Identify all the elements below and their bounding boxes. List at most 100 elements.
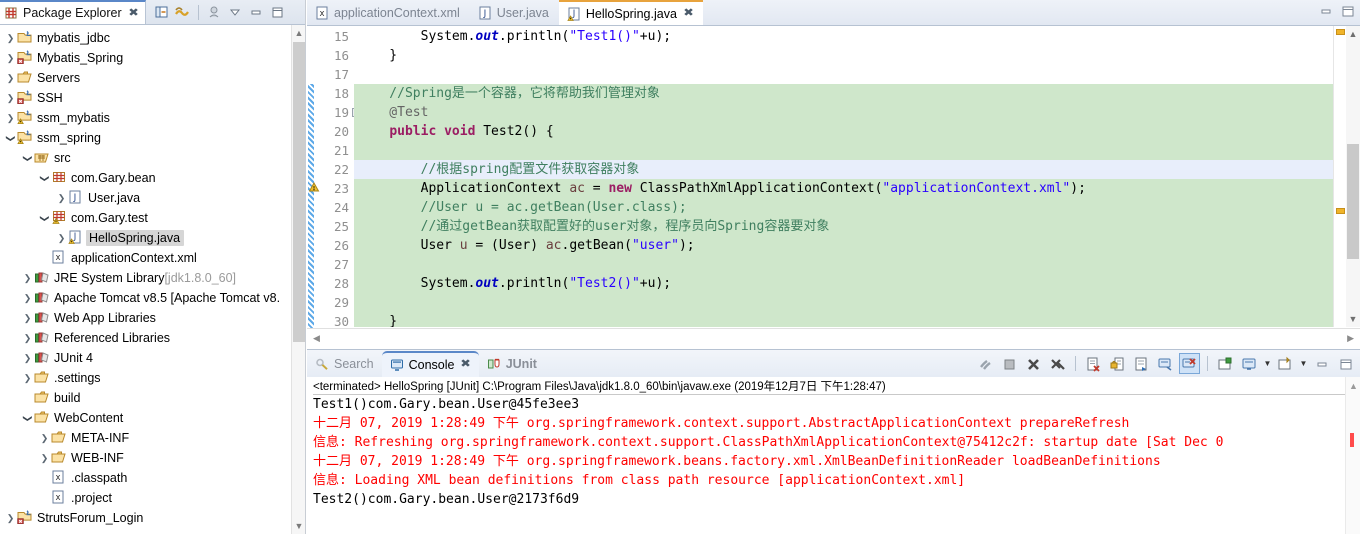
chevron-right-icon[interactable]: ❯ (21, 353, 34, 364)
scroll-lock-icon[interactable] (1107, 353, 1128, 374)
chevron-right-icon[interactable]: ❯ (4, 53, 17, 64)
link-with-editor-icon[interactable] (173, 3, 192, 22)
chevron-right-icon[interactable]: ❯ (4, 33, 17, 44)
maximize-icon[interactable] (268, 3, 287, 22)
focus-on-active-task-icon[interactable] (205, 3, 224, 22)
tree-item[interactable]: ❯ SSH (0, 88, 291, 108)
clear-console-icon[interactable] (1083, 353, 1104, 374)
editor-vertical-scrollbar[interactable]: ▲ ▼ (1333, 26, 1360, 327)
pin-console-icon[interactable] (1215, 353, 1236, 374)
tree-item[interactable]: ❯ StrutsForum_Login (0, 508, 291, 528)
editor-tab[interactable]: J User.java (470, 0, 559, 25)
scroll-up-icon[interactable]: ▲ (1346, 379, 1360, 393)
terminate-all-icon[interactable] (975, 353, 996, 374)
console-view-tab[interactable]: Console ✖ (381, 350, 479, 377)
display-selected-console-icon[interactable] (1239, 353, 1260, 374)
remove-all-terminated-icon[interactable] (1047, 353, 1068, 374)
tree-item[interactable]: ❯ WEB-INF (0, 448, 291, 468)
tree-item[interactable]: ❯ Referenced Libraries (0, 328, 291, 348)
tree-item[interactable]: x applicationContext.xml (0, 248, 291, 268)
code-line[interactable]: //Spring是一个容器，它将帮助我们管理对象 (354, 84, 1333, 103)
chevron-right-icon[interactable]: ❯ (21, 313, 34, 324)
code-line[interactable]: ApplicationContext ac = new ClassPathXml… (354, 179, 1333, 198)
console-view-tab[interactable]: JUnit (479, 351, 545, 377)
tree-item[interactable]: ❯ J User.java (0, 188, 291, 208)
tree-item[interactable]: x .classpath (0, 468, 291, 488)
close-icon[interactable]: ✖ (683, 8, 694, 19)
view-menu-icon[interactable] (226, 3, 245, 22)
minimize-icon[interactable] (1318, 4, 1334, 18)
show-console-on-error-icon[interactable] (1179, 353, 1200, 374)
chevron-right-icon[interactable]: ❯ (21, 373, 34, 384)
open-console-icon[interactable] (1275, 353, 1296, 374)
tree-item[interactable]: ❯ mybatis_jdbc (0, 28, 291, 48)
editor-tab[interactable]: x applicationContext.xml (307, 0, 470, 25)
code-line[interactable]: } (354, 312, 1333, 327)
close-icon[interactable]: ✖ (461, 359, 472, 370)
chevron-right-icon[interactable]: ❯ (21, 273, 34, 284)
tree-item[interactable]: ❯ Servers (0, 68, 291, 88)
chevron-right-icon[interactable]: ❯ (38, 433, 51, 444)
chevron-down-icon[interactable]: ❯ (22, 412, 33, 425)
terminate-icon[interactable] (999, 353, 1020, 374)
scroll-up-icon[interactable]: ▲ (1346, 26, 1360, 42)
code-line[interactable]: System.out.println("Test1()"+u); (354, 27, 1333, 46)
source-editor[interactable]: 1516171819−2021222324252627282930 System… (307, 26, 1360, 348)
collapse-all-icon[interactable] (152, 3, 171, 22)
show-console-on-output-icon[interactable] (1155, 353, 1176, 374)
chevron-right-icon[interactable]: ❯ (55, 233, 68, 244)
chevron-down-icon[interactable]: ❯ (5, 132, 16, 145)
warning-marker-icon[interactable] (309, 181, 320, 192)
tree-item[interactable]: ❯ src (0, 148, 291, 168)
close-icon[interactable]: ✖ (128, 7, 139, 19)
chevron-down-icon[interactable]: ❯ (22, 152, 33, 165)
code-line[interactable]: } (354, 46, 1333, 65)
console-output[interactable]: <terminated> HelloSpring [JUnit] C:\Prog… (307, 377, 1345, 534)
scroll-down-icon[interactable]: ▼ (292, 518, 306, 534)
chevron-down-icon[interactable]: ❯ (39, 212, 50, 225)
code-line[interactable] (354, 65, 1333, 84)
chevron-right-icon[interactable]: ❯ (21, 333, 34, 344)
overview-marker-warning[interactable] (1336, 29, 1345, 35)
tree-item[interactable]: ❯ Apache Tomcat v8.5 [Apache Tomcat v8. (0, 288, 291, 308)
scrollbar-thumb[interactable] (1347, 144, 1359, 259)
scrollbar-thumb[interactable] (293, 42, 305, 342)
code-line[interactable]: User u = (User) ac.getBean("user"); (354, 236, 1333, 255)
editor-horizontal-scrollbar[interactable]: ◀ ▶ (307, 328, 1360, 348)
project-tree[interactable]: ❯ mybatis_jdbc ❯ Mybatis_Spring ❯ Servers ❯ SSH… (0, 25, 291, 534)
tab-package-explorer[interactable]: Package Explorer ✖ (0, 0, 146, 24)
code-line[interactable]: //User u = ac.getBean(User.class); (354, 198, 1333, 217)
word-wrap-icon[interactable] (1131, 353, 1152, 374)
chevron-right-icon[interactable]: ❯ (4, 93, 17, 104)
chevron-right-icon[interactable]: ❯ (4, 513, 17, 524)
display-selected-console-dropdown-icon[interactable]: ▼ (1263, 359, 1272, 368)
scroll-down-icon[interactable]: ▼ (1346, 311, 1360, 327)
tree-item[interactable]: ❯ Mybatis_Spring (0, 48, 291, 68)
tree-item[interactable]: ❯ .settings (0, 368, 291, 388)
code-line[interactable] (354, 293, 1333, 312)
tree-item[interactable]: x .project (0, 488, 291, 508)
code-line[interactable] (354, 255, 1333, 274)
tree-item[interactable]: ❯ Web App Libraries (0, 308, 291, 328)
code-line[interactable] (354, 141, 1333, 160)
code-line[interactable]: @Test (354, 103, 1333, 122)
scroll-right-icon[interactable]: ▶ (1347, 333, 1354, 344)
chevron-right-icon[interactable]: ❯ (4, 113, 17, 124)
code-line[interactable]: //通过getBean获取配置好的user对象，程序员向Spring容器要对象 (354, 217, 1333, 236)
overview-marker-warning[interactable] (1336, 208, 1345, 214)
chevron-right-icon[interactable]: ❯ (21, 293, 34, 304)
tree-item[interactable]: ❯ JRE System Library [jdk1.8.0_60] (0, 268, 291, 288)
open-console-dropdown-icon[interactable]: ▼ (1299, 359, 1308, 368)
code-line[interactable]: public void Test2() { (354, 122, 1333, 141)
remove-launch-icon[interactable] (1023, 353, 1044, 374)
editor-tab[interactable]: J HelloSpring.java ✖ (558, 0, 704, 25)
code-text[interactable]: System.out.println("Test1()"+u); } //Spr… (354, 26, 1333, 327)
scroll-up-icon[interactable]: ▲ (292, 25, 306, 41)
maximize-icon[interactable] (1340, 4, 1356, 18)
chevron-down-icon[interactable]: ❯ (39, 172, 50, 185)
code-line[interactable]: System.out.println("Test2()"+u); (354, 274, 1333, 293)
chevron-right-icon[interactable]: ❯ (55, 193, 68, 204)
tree-item[interactable]: ❯ com.Gary.bean (0, 168, 291, 188)
explorer-scrollbar[interactable]: ▲ ▼ (291, 25, 305, 534)
tree-item[interactable]: ❯ ssm_mybatis (0, 108, 291, 128)
